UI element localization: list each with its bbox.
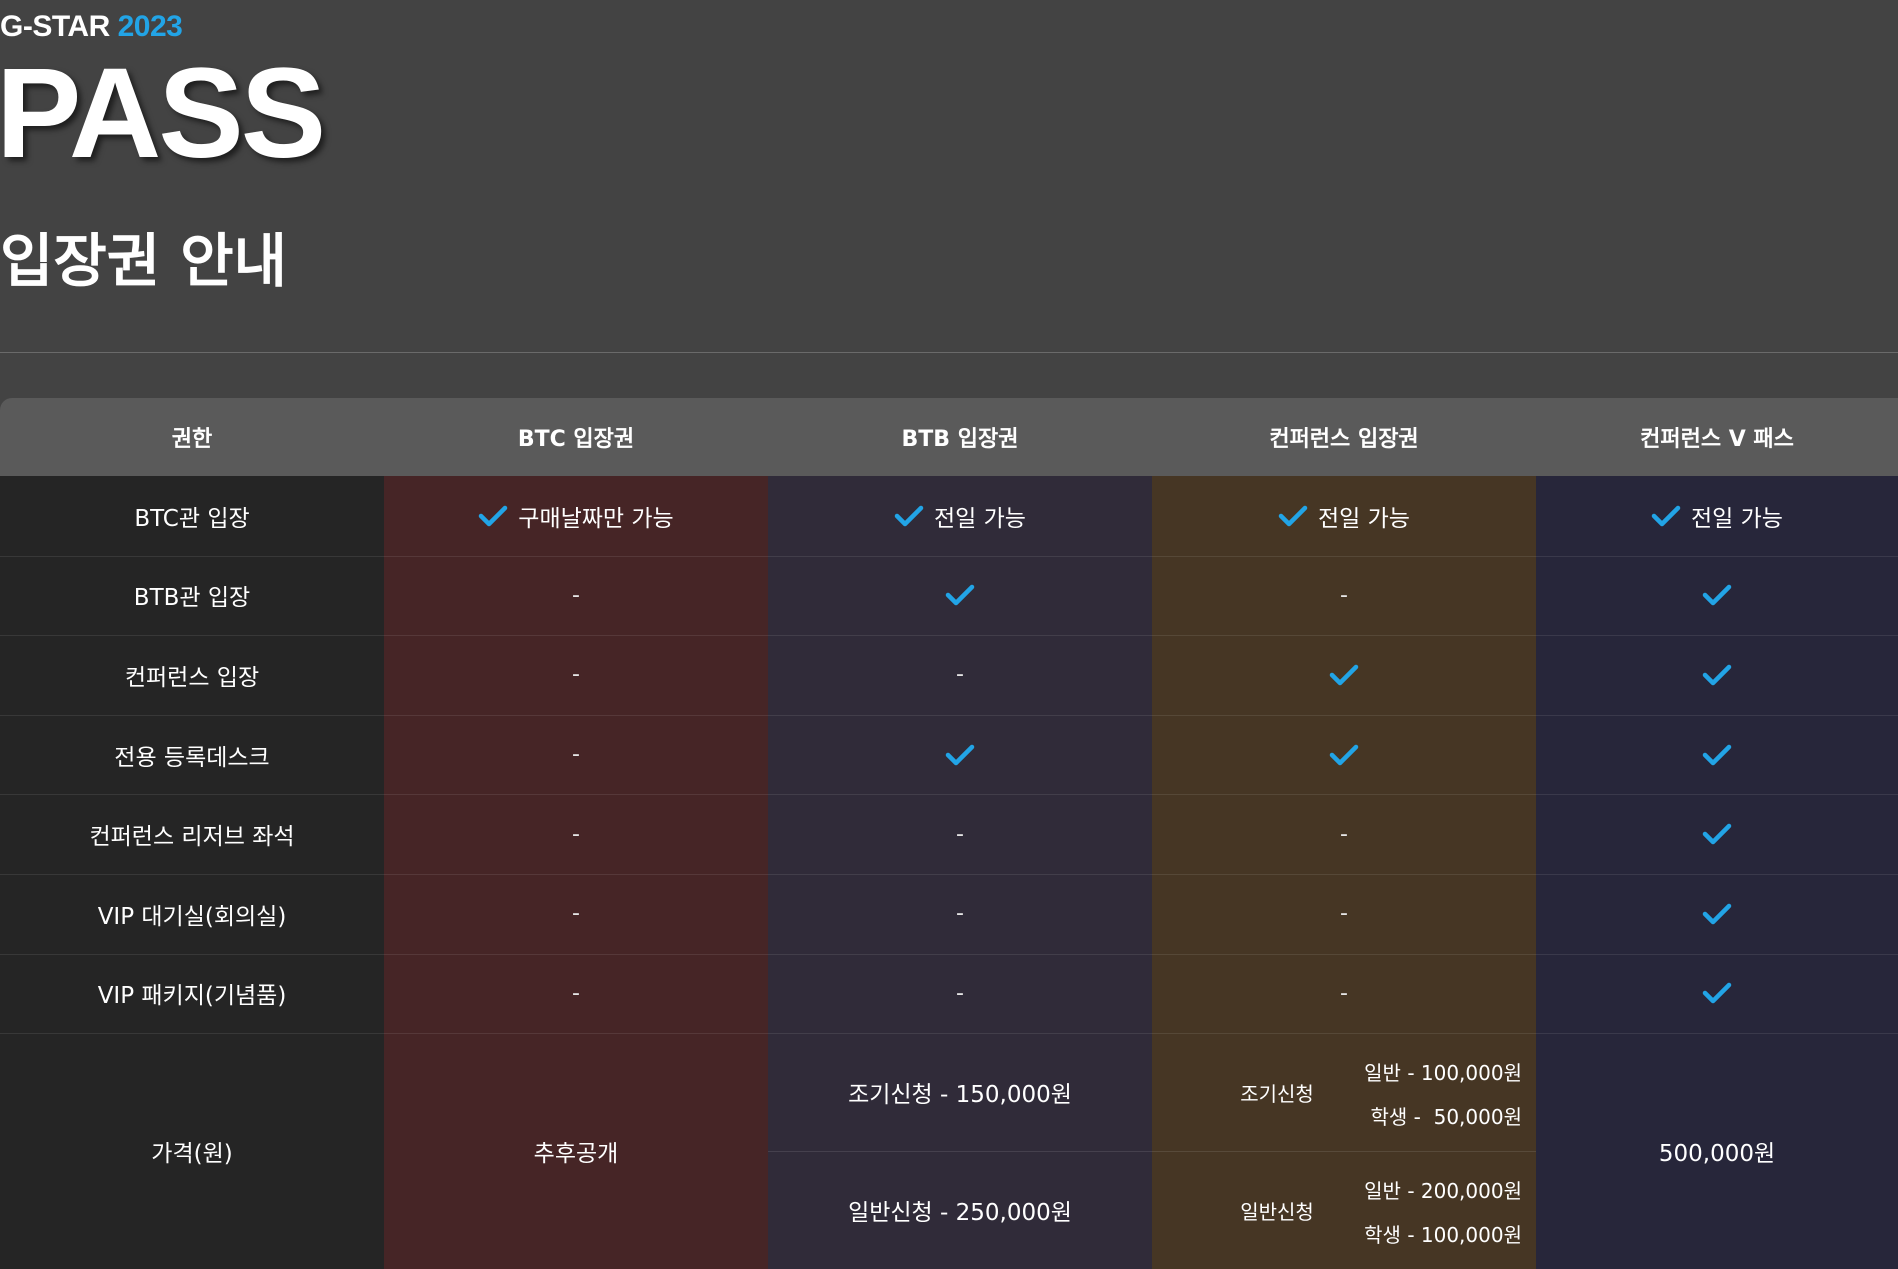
cell-vpass	[1536, 874, 1898, 954]
empty-dash: -	[1340, 901, 1348, 927]
cell-vpass	[1536, 954, 1898, 1034]
cell-btc: -	[384, 635, 768, 715]
empty-dash: -	[572, 742, 580, 768]
column-header-rights: 권한	[171, 427, 213, 452]
column-header-vpass: 컨퍼런스 V 패스	[1640, 427, 1794, 452]
price-conf-amount: 일반 - 200,000원	[1364, 1178, 1522, 1203]
price-subdivider	[768, 1151, 1152, 1153]
price-btc: 추후공개	[533, 1141, 619, 1168]
check-icon	[1329, 743, 1359, 767]
cell-conference: -	[1152, 874, 1536, 954]
check-icon	[1702, 663, 1732, 687]
cell-btb	[768, 715, 1152, 795]
section-title: 입장권 안내	[0, 227, 287, 295]
check-icon	[1702, 822, 1732, 846]
row-label: 컨퍼런스 입장	[124, 664, 260, 691]
empty-dash: -	[1340, 821, 1348, 847]
price-btb-option: 일반신청 - 250,000원	[848, 1200, 1072, 1227]
cell-btc: -	[384, 794, 768, 874]
check-icon	[1702, 743, 1732, 767]
price-conf-amount: 일반 - 100,000원	[1364, 1060, 1522, 1085]
cell-conference: -	[1152, 556, 1536, 636]
cell-btc: -	[384, 874, 768, 954]
price-vpass: 500,000원	[1658, 1141, 1776, 1168]
cell-vpass: 전일 가능	[1536, 476, 1898, 556]
check-icon	[1651, 504, 1681, 528]
cell-vpass	[1536, 794, 1898, 874]
cell-conference	[1152, 635, 1536, 715]
empty-dash: -	[572, 662, 580, 688]
empty-dash: -	[572, 980, 580, 1006]
cell-vpass	[1536, 635, 1898, 715]
empty-dash: -	[572, 582, 580, 608]
cell-conference: 전일 가능	[1152, 476, 1536, 556]
cell-btb: -	[768, 794, 1152, 874]
row-label: VIP 패키지(기념품)	[97, 983, 287, 1010]
brand-year: 2023	[117, 10, 183, 43]
row-label: VIP 대기실(회의실)	[97, 903, 287, 930]
price-conf-amount: 학생 - 100,000원	[1364, 1222, 1522, 1247]
cell-conference: -	[1152, 794, 1536, 874]
cell-btc: -	[384, 556, 768, 636]
cell-btb: -	[768, 635, 1152, 715]
row-label: BTC관 입장	[134, 505, 250, 532]
row-label: 전용 등록데스크	[114, 744, 270, 771]
cell-conference: -	[1152, 954, 1536, 1034]
cell-btb: -	[768, 954, 1152, 1034]
price-label: 가격(원)	[151, 1141, 233, 1168]
check-icon	[945, 743, 975, 767]
cell-vpass	[1536, 715, 1898, 795]
cell-btc: 구매날짜만 가능	[384, 476, 768, 556]
check-icon	[1702, 981, 1732, 1005]
empty-dash: -	[956, 980, 964, 1006]
cell-btc: -	[384, 954, 768, 1034]
check-icon	[1278, 504, 1308, 528]
check-icon	[945, 583, 975, 607]
cell-btb	[768, 556, 1152, 636]
cell-vpass	[1536, 556, 1898, 636]
cell-btc: -	[384, 715, 768, 795]
cell-text: 전일 가능	[1318, 505, 1410, 532]
brand-name: G-STAR	[0, 10, 110, 43]
divider	[0, 352, 1898, 353]
price-btb-option: 조기신청 - 150,000원	[848, 1082, 1072, 1109]
check-icon	[478, 504, 508, 528]
cell-text: 전일 가능	[934, 505, 1026, 532]
cell-text: 전일 가능	[1691, 505, 1783, 532]
column-header-btc: BTC 입장권	[517, 427, 635, 452]
brand-logo: G-STAR 2023	[0, 10, 183, 44]
empty-dash: -	[956, 662, 964, 688]
check-icon	[1329, 663, 1359, 687]
pass-comparison-table: 권한 BTC 입장권 BTB 입장권 컨퍼런스 입장권 컨퍼런스 V 패스 BTC관 입장…	[0, 398, 1898, 1269]
page-title: PASS	[0, 42, 326, 185]
check-icon	[894, 504, 924, 528]
empty-dash: -	[1340, 582, 1348, 608]
row-label: BTB관 입장	[133, 585, 251, 612]
cell-conference	[1152, 715, 1536, 795]
empty-dash: -	[1340, 980, 1348, 1006]
row-label: 컨퍼런스 리저브 좌석	[89, 824, 295, 851]
empty-dash: -	[956, 901, 964, 927]
empty-dash: -	[956, 821, 964, 847]
price-conf-amount: 학생 - 50,000원	[1370, 1104, 1522, 1129]
column-header-conference: 컨퍼런스 입장권	[1269, 427, 1419, 452]
cell-btb: -	[768, 874, 1152, 954]
check-icon	[1702, 902, 1732, 926]
cell-text: 구매날짜만 가능	[518, 505, 674, 532]
column-header-btb: BTB 입장권	[901, 427, 1019, 452]
check-icon	[1702, 583, 1732, 607]
empty-dash: -	[572, 821, 580, 847]
cell-btb: 전일 가능	[768, 476, 1152, 556]
empty-dash: -	[572, 901, 580, 927]
